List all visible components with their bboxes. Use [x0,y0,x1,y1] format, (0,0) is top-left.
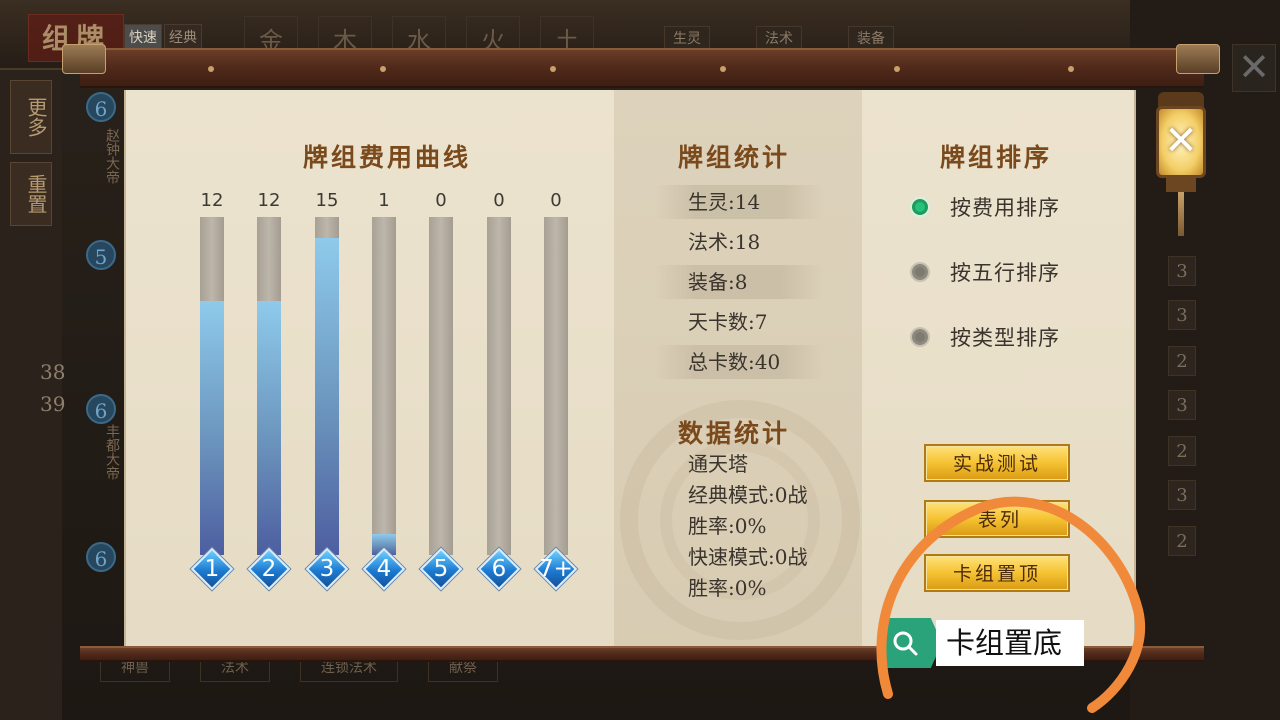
bar-track [544,217,568,555]
bar-value: 0 [550,190,562,211]
card-cost: 5 [86,240,116,270]
list-button[interactable]: 表列 [924,500,1070,538]
card-cost: 6 [86,92,116,122]
bar-track [429,217,453,555]
close-button[interactable]: ✕ [1154,92,1208,242]
bar-value: 12 [200,190,224,211]
card-copies: 3 [1168,390,1196,420]
bar-track [315,217,339,555]
search-icon [893,631,918,656]
sort-by-type-radio[interactable] [910,327,930,347]
more-button: 更多 [10,80,52,154]
cost-label: 7+ [539,556,573,582]
bar-value: 0 [435,190,447,211]
battle-test-button[interactable]: 实战测试 [924,444,1070,482]
mode-toggle: 快速 经典 [124,24,202,50]
card-name: 丰都大帝 [104,424,120,480]
lantern-tassel [1178,192,1184,236]
scroll-rod-top [80,48,1204,88]
rod-stud [720,66,726,72]
cost-label: 5 [433,556,449,582]
cost-gem: 1 [190,547,234,591]
sort-by-element-radio[interactable] [910,262,930,282]
cost-label: 2 [261,556,277,582]
bar-fill [200,301,224,555]
stat-total-cards: 总卡数:40 [654,345,824,379]
lantern-base [1166,178,1196,192]
scroll-cap-left [62,44,106,74]
pin-bottom-tooltip[interactable]: 卡组置底 [886,616,1084,670]
data-stats-heading: 数据统计 [678,419,791,448]
close-icon[interactable]: ✕ [1156,106,1206,178]
type-filter-equip: 装备 [848,26,894,50]
bar-value: 1 [378,190,390,211]
deck-stats-heading: 牌组统计 [678,143,791,172]
cost-gem: 4 [362,547,406,591]
data-classic-winrate: 胜率:0% [688,514,767,538]
card-copies: 3 [1168,300,1196,330]
card-copies: 3 [1168,256,1196,286]
data-classic-battles: 经典模式:0战 [688,483,808,507]
type-filter-spell: 法术 [756,26,802,50]
cost-label: 1 [204,556,220,582]
data-fast-winrate: 胜率:0% [688,576,767,600]
card-copies: 2 [1168,436,1196,466]
rod-stud [208,66,214,72]
card-cost: 6 [86,542,116,572]
cost-gem: 3 [305,547,349,591]
bar-track [372,217,396,555]
rod-stud [550,66,556,72]
rod-stud [894,66,900,72]
data-tower: 通天塔 [688,452,748,476]
deck-count-current: 38 [40,360,66,384]
mode-fast: 快速 [124,24,162,50]
stat-creatures: 生灵:14 [654,185,824,219]
rod-stud [1068,66,1074,72]
data-fast-battles: 快速模式:0战 [688,545,808,569]
cost-label: 6 [491,556,507,582]
rod-stud [380,66,386,72]
scroll-cap-right [1176,44,1220,74]
card-copies: 3 [1168,480,1196,510]
deck-count-max: 39 [40,392,66,416]
tooltip-icon-badge [886,618,942,668]
stat-spells: 法术:18 [688,230,761,254]
cost-gem: 5 [419,547,463,591]
cost-label: 4 [376,556,392,582]
pin-top-button[interactable]: 卡组置顶 [924,554,1070,592]
stat-equipment: 装备:8 [654,265,824,299]
sort-by-type-label[interactable]: 按类型排序 [950,322,1060,352]
bar-value: 15 [315,190,339,211]
bar-value: 0 [493,190,505,211]
cost-gem: 7+ [534,547,578,591]
reset-button: 重置 [10,162,52,226]
sort-by-cost-radio[interactable] [910,197,930,217]
sort-heading: 牌组排序 [940,143,1053,172]
stat-sky-cards: 天卡数:7 [688,310,768,334]
bar-fill [257,301,281,555]
cost-gem: 2 [247,547,291,591]
card-copies: 2 [1168,526,1196,556]
bar-track [487,217,511,555]
card-cost: 6 [86,394,116,424]
type-filter-creature: 生灵 [664,26,710,50]
cost-curve-heading: 牌组费用曲线 [303,143,472,172]
sort-by-cost-label[interactable]: 按费用排序 [950,192,1060,222]
sort-by-element-label[interactable]: 按五行排序 [950,257,1060,287]
background-close-icon: ✕ [1232,44,1276,92]
mode-classic: 经典 [164,24,202,50]
pin-bottom-label[interactable]: 卡组置底 [936,620,1084,666]
bar-track [257,217,281,555]
bar-fill [315,238,339,555]
cost-gem: 6 [477,547,521,591]
bar-value: 12 [257,190,281,211]
card-copies: 2 [1168,346,1196,376]
bar-track [200,217,224,555]
cost-label: 3 [319,556,335,582]
card-name: 赵钟大帝 [104,128,120,184]
